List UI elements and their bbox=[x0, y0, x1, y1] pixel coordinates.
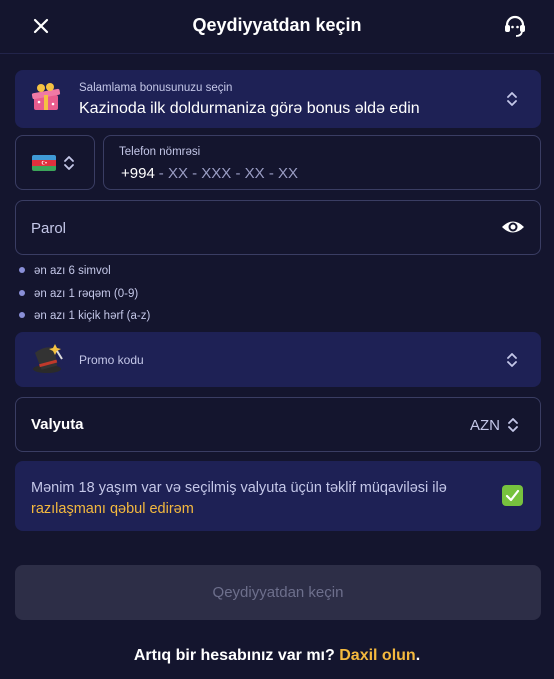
login-question: Artıq bir hesabınız var mı? bbox=[133, 647, 335, 664]
chevron-up-down-icon bbox=[64, 156, 74, 170]
promo-label: Promo kodu bbox=[79, 353, 144, 367]
phone-value[interactable]: +994- XX - XXX - XX - XX bbox=[121, 165, 298, 182]
bullet-icon bbox=[19, 267, 25, 273]
bonus-value: Kazinoda ilk doldurmaniza görə bonus əld… bbox=[79, 100, 420, 117]
agreement-link[interactable]: razılaşmanı qəbul edirəm bbox=[31, 501, 194, 517]
headset-support-icon[interactable] bbox=[502, 13, 528, 39]
agreement-checkbox[interactable] bbox=[502, 485, 523, 506]
register-button-label: Qeydiyyatdan keçin bbox=[212, 584, 344, 601]
bonus-label: Salamlama bonusunuzu seçin bbox=[79, 82, 233, 94]
chevron-up-down-icon bbox=[507, 353, 517, 367]
login-link[interactable]: Daxil olun bbox=[339, 647, 415, 664]
promo-code-select[interactable]: Promo kodu bbox=[15, 332, 541, 387]
bullet-icon bbox=[19, 290, 25, 296]
phone-number-field[interactable]: Telefon nömrəsi +994- XX - XXX - XX - XX bbox=[103, 135, 541, 190]
phone-label: Telefon nömrəsi bbox=[119, 146, 201, 158]
phone-code: +994 bbox=[121, 165, 155, 182]
login-prompt: Artıq bir hesabınız var mı? Daxil olun. bbox=[0, 647, 554, 665]
password-rule: ən azı 1 rəqəm (0-9) bbox=[19, 288, 138, 300]
login-period: . bbox=[415, 647, 421, 664]
agreement-text: Mənim 18 yaşım var və seçilmiş valyuta ü… bbox=[31, 480, 447, 517]
chevron-up-down-icon bbox=[507, 92, 517, 106]
gift-icon bbox=[31, 83, 61, 110]
currency-value: AZN bbox=[470, 417, 500, 434]
register-button[interactable]: Qeydiyyatdan keçin bbox=[15, 565, 541, 620]
eye-icon[interactable] bbox=[501, 217, 525, 237]
chevron-up-down-icon bbox=[508, 418, 518, 432]
currency-label: Valyuta bbox=[31, 416, 84, 433]
azerbaijan-flag-icon bbox=[32, 155, 56, 171]
bonus-select[interactable]: Salamlama bonusunuzu seçin Kazinoda ilk … bbox=[15, 70, 541, 128]
password-rule: ən azı 1 kiçik hərf (a-z) bbox=[19, 310, 150, 322]
currency-select[interactable]: Valyuta AZN bbox=[15, 397, 541, 452]
bullet-icon bbox=[19, 312, 25, 318]
checkmark-icon bbox=[505, 489, 520, 502]
password-field[interactable]: Parol bbox=[15, 200, 541, 255]
page-title: Qeydiyyatdan keçin bbox=[192, 15, 362, 35]
header: Qeydiyyatdan keçin bbox=[0, 0, 554, 54]
magic-hat-icon bbox=[33, 344, 63, 373]
phone-mask: - XX - XXX - XX - XX bbox=[158, 165, 298, 182]
password-placeholder: Parol bbox=[31, 220, 67, 237]
agreement-box: Mənim 18 yaşım var və seçilmiş valyuta ü… bbox=[15, 461, 541, 531]
password-rule: ən azı 6 simvol bbox=[19, 265, 111, 277]
country-code-select[interactable] bbox=[15, 135, 95, 190]
